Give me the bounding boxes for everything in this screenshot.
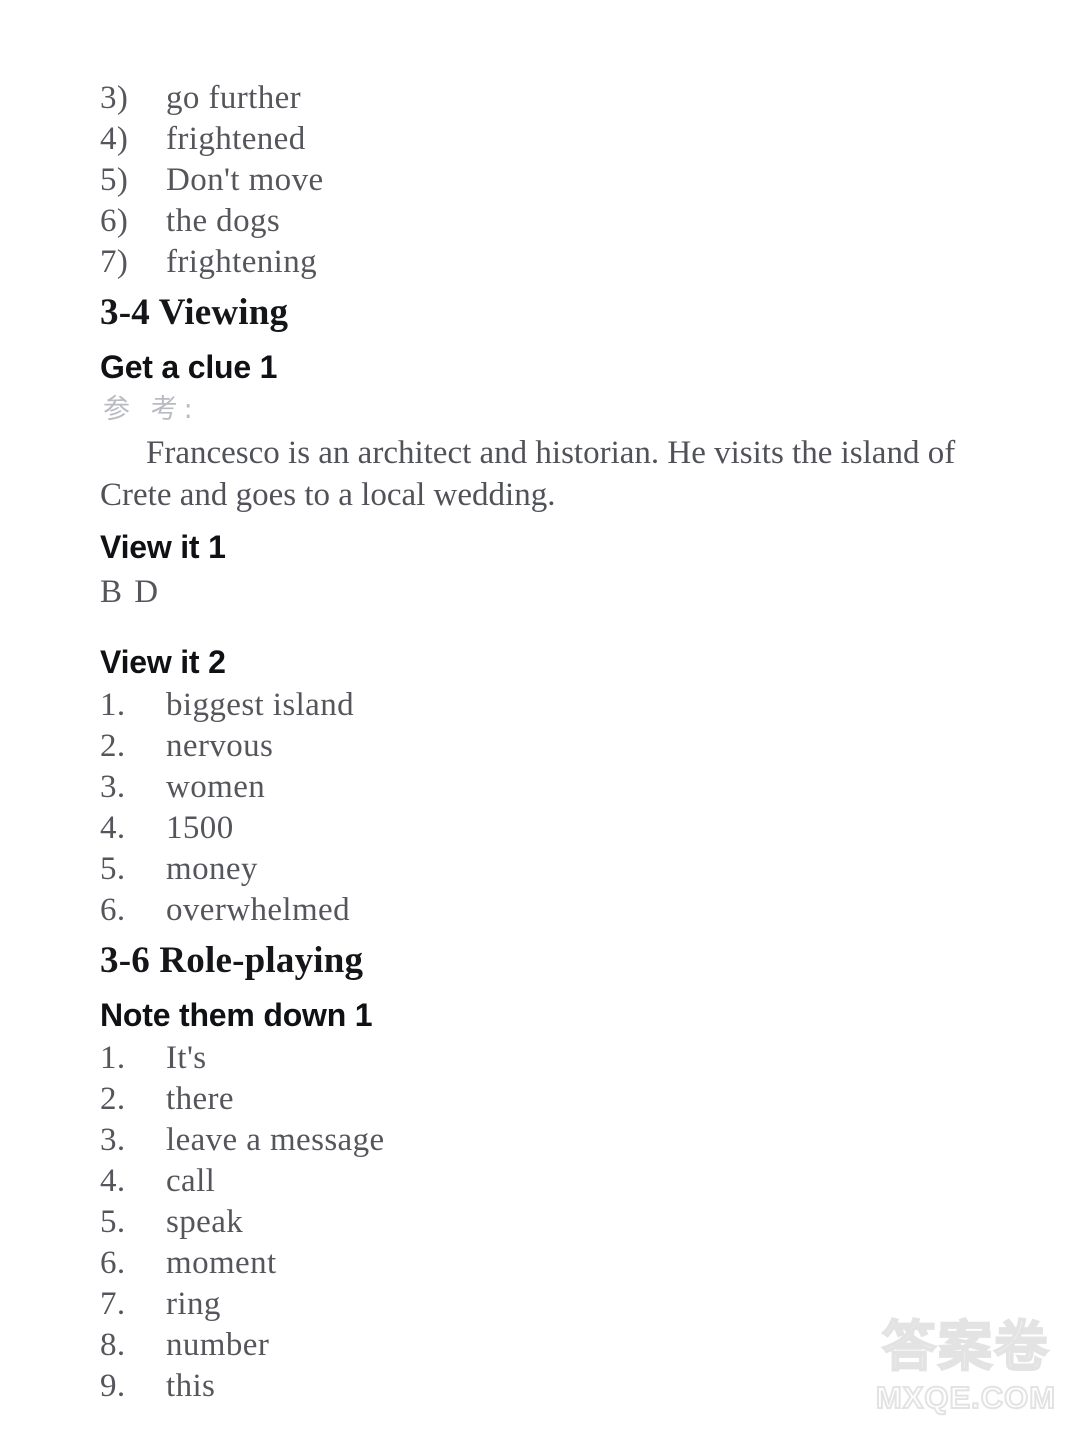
subheading-view-it-2: View it 2: [100, 644, 226, 680]
section-heading-viewing: 3-4 Viewing: [100, 292, 289, 333]
get-a-clue-paragraph: Francesco is an architect and historian.…: [100, 435, 956, 513]
list-item-answer: frightening: [166, 244, 318, 280]
view-it-1-answer: B D: [100, 574, 161, 610]
list-item: 1. biggest island: [100, 685, 1020, 726]
list-item-answer: call: [166, 1163, 216, 1199]
list-item-answer: number: [166, 1327, 270, 1363]
section-heading-roleplaying: 3-6 Role-playing: [100, 940, 364, 981]
list-item-answer: ring: [166, 1286, 221, 1322]
list-item-answer: It's: [166, 1040, 207, 1076]
list-item: 4. 1500: [100, 808, 1020, 849]
list-item-number: 7.: [100, 1286, 126, 1322]
list-item-answer: the dogs: [166, 203, 281, 239]
list-item-number: 3.: [100, 1122, 126, 1158]
list-item-number: 3): [100, 80, 129, 116]
list-item: 2. there: [100, 1079, 1020, 1120]
list-item-answer: speak: [166, 1204, 244, 1240]
list-item: 2. nervous: [100, 726, 1020, 767]
list-item-number: 7): [100, 244, 129, 280]
list-item-number: 4.: [100, 1163, 126, 1199]
list-item: 4. call: [100, 1161, 1020, 1202]
list-item-number: 6.: [100, 892, 126, 928]
list-item: 3. women: [100, 767, 1020, 808]
list-item-answer: frightened: [166, 121, 306, 157]
list-item-number: 5): [100, 162, 129, 198]
list-item: 6. overwhelmed: [100, 890, 1020, 931]
list-item-number: 4): [100, 121, 129, 157]
list-item-answer: 1500: [166, 810, 234, 846]
list-item-number: 5.: [100, 1204, 126, 1240]
list-item-number: 3.: [100, 769, 126, 805]
answer-list-view-it-2: 1. biggest island 2. nervous 3. women 4. 1500 5.…: [100, 685, 1020, 931]
subheading-get-a-clue: Get a clue 1: [100, 349, 278, 385]
list-item: 4) frightened: [100, 119, 1020, 160]
list-item: 6) the dogs: [100, 201, 1020, 242]
list-item-answer: leave a message: [166, 1122, 385, 1158]
list-item: 3) go further: [100, 78, 1020, 119]
scanned-page: 3) go further 4) frightened 5) Don't move 6) th…: [0, 0, 1080, 1438]
list-item-answer: go further: [166, 80, 302, 116]
list-item-number: 6.: [100, 1245, 126, 1281]
list-item-number: 6): [100, 203, 129, 239]
list-item-answer: overwhelmed: [166, 892, 350, 928]
subheading-note-them-down: Note them down 1: [100, 997, 373, 1033]
subheading-view-it-1: View it 1: [100, 529, 226, 565]
page-content: 3) go further 4) frightened 5) Don't move 6) th…: [100, 78, 1020, 1407]
answer-list-continued: 3) go further 4) frightened 5) Don't move 6) th…: [100, 78, 1020, 283]
list-item-number: 2.: [100, 1081, 126, 1117]
watermark-domain-text: MXQE.COM: [875, 1379, 1057, 1416]
list-item: 6. moment: [100, 1243, 1020, 1284]
list-item-number: 9.: [100, 1368, 126, 1404]
reference-marker-cjk: 参 考:: [103, 394, 199, 425]
list-item: 1. It's: [100, 1038, 1020, 1079]
watermark-cjk-text: 答案卷: [881, 1315, 1050, 1379]
list-item-answer: biggest island: [166, 687, 355, 723]
list-item-answer: Don't move: [166, 162, 324, 198]
list-item-answer: there: [166, 1081, 234, 1117]
list-item-number: 4.: [100, 810, 126, 846]
list-item: 5. money: [100, 849, 1020, 890]
list-item-answer: women: [166, 769, 266, 805]
list-item: 7) frightening: [100, 242, 1020, 283]
list-item-number: 8.: [100, 1327, 126, 1363]
list-item-number: 1.: [100, 1040, 126, 1076]
list-item-number: 1.: [100, 687, 126, 723]
list-item: 5) Don't move: [100, 160, 1020, 201]
list-item-number: 2.: [100, 728, 126, 764]
list-item-answer: money: [166, 851, 258, 887]
site-watermark: 答案卷 MXQE.COM: [866, 1315, 1066, 1417]
list-item: 3. leave a message: [100, 1120, 1020, 1161]
list-item-number: 5.: [100, 851, 126, 887]
list-item: 5. speak: [100, 1202, 1020, 1243]
list-item-answer: nervous: [166, 728, 274, 764]
list-item-answer: this: [166, 1368, 216, 1404]
list-item-answer: moment: [166, 1245, 277, 1281]
